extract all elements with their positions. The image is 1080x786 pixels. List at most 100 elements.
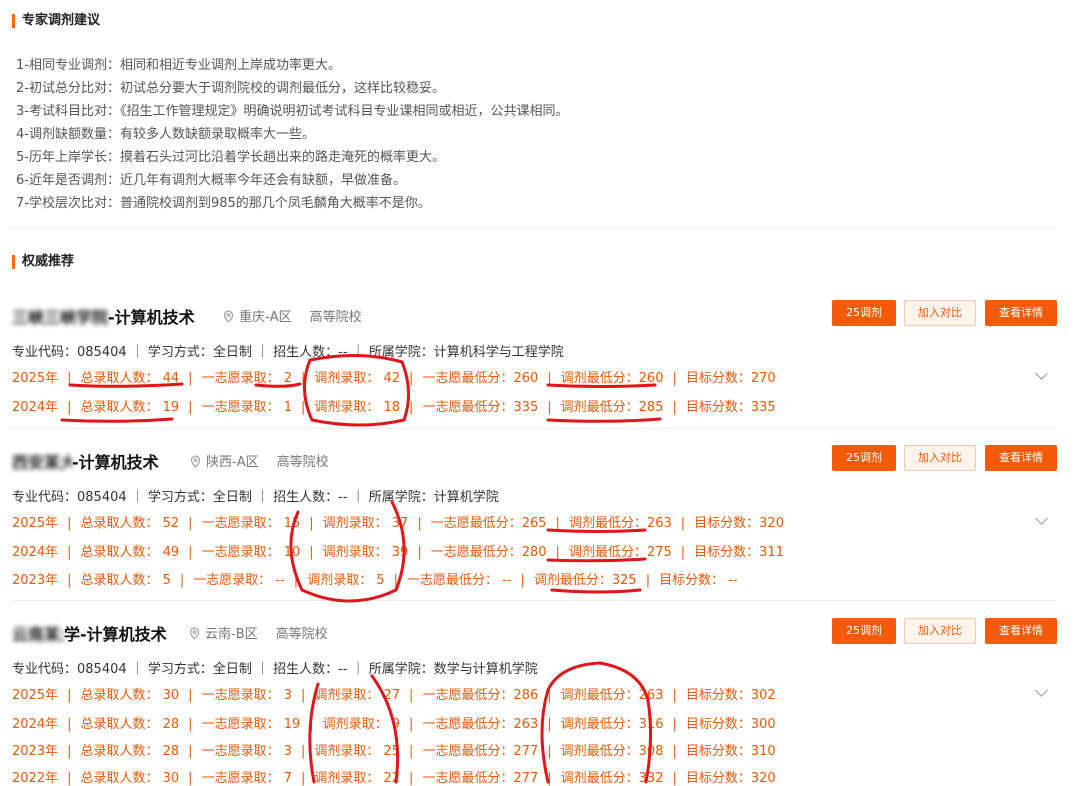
separator: |: [680, 545, 686, 560]
school-name[interactable]: 云南某大学-计算机技术: [12, 621, 167, 645]
stat-cell: 一志愿最低分：286: [422, 688, 539, 703]
separator: |: [555, 516, 560, 531]
underline-mark: [60, 417, 174, 423]
separator: |: [547, 688, 552, 703]
stat-cell: 总录取人数： 28: [80, 717, 180, 732]
stat-cell: 目标分数：300: [685, 717, 776, 732]
stat-cell: 目标分数： --: [659, 573, 738, 588]
stat-cell: 一志愿录取： 10: [201, 545, 301, 560]
advice-item: 7-学校层次比对：普通院校调剂到985的那几个凤毛麟角大概率不是你。: [16, 196, 431, 211]
stat-cell: 一志愿最低分： --: [406, 573, 512, 588]
school-location: 陕西-A区 高等院校: [189, 451, 329, 470]
advice-item: 3-考试科目比对：《招生工作管理规定》明确说明初试考试科目专业课相同或相近，公共…: [16, 104, 569, 119]
compare-button[interactable]: 加入对比: [904, 445, 976, 471]
compare-button[interactable]: 加入对比: [904, 300, 976, 326]
stats-row: 2024年 | 总录取人数： 19 | 一志愿录取： 1 | 调剂录取： 18 | 一志愿最低分…: [12, 396, 776, 415]
separator: |: [67, 400, 72, 415]
stat-cell: 一志愿最低分：277: [422, 744, 539, 759]
stat-cell: 一志愿最低分：335: [422, 400, 539, 415]
separator: |: [645, 573, 651, 588]
stats-row: 2023年 | 总录取人数： 5 | 一志愿录取： -- | 调剂录取： 5 | 一志愿最低分：…: [12, 569, 738, 588]
separator: |: [409, 688, 414, 703]
detail-button[interactable]: 查看详情: [985, 618, 1057, 644]
stat-cell: 一志愿录取： 2: [201, 371, 292, 386]
chevron-down-icon[interactable]: [1035, 684, 1048, 697]
stat-cell: 一志愿最低分：265: [430, 516, 547, 531]
program-info: 专业代码：085404 ｜ 学习方式：全日制 ｜ 招生人数：-- ｜ 所属学院：…: [12, 662, 538, 677]
advice-item: 4-调剂缺额数量：有较多人数缺额录取概率大一些。: [16, 127, 315, 142]
stat-cell: 调剂最低分：260: [560, 371, 664, 386]
divider: [12, 428, 1056, 429]
separator: |: [672, 717, 677, 732]
stat-cell: 调剂最低分：325: [533, 573, 637, 588]
separator: |: [409, 744, 414, 759]
compare-button[interactable]: 加入对比: [904, 618, 976, 644]
stat-cell: 总录取人数： 28: [80, 744, 180, 759]
separator: |: [680, 516, 686, 531]
chevron-down-icon[interactable]: [1035, 367, 1048, 380]
detail-button[interactable]: 查看详情: [985, 300, 1057, 326]
stat-cell: 一志愿最低分：280: [430, 545, 547, 560]
adjust-button[interactable]: 25调剂: [832, 300, 896, 326]
advice-item: 2-初试总分比对：初试总分要大于调剂院校的调剂最低分，这样比较稳妥。: [16, 81, 445, 96]
location-pin-icon: [189, 627, 200, 640]
stat-cell: 目标分数：270: [685, 371, 776, 386]
stat-cell: 调剂录取： 18: [314, 400, 401, 415]
school-name[interactable]: 三峡三峡学院-计算机技术: [12, 304, 195, 328]
school-location: 云南-B区 高等院校: [188, 623, 328, 642]
stat-cell: 总录取人数： 5: [80, 573, 171, 588]
separator: |: [67, 545, 72, 560]
stat-cell: 一志愿录取： 3: [201, 688, 292, 703]
separator: |: [67, 516, 72, 531]
stat-cell: 调剂最低分：316: [560, 717, 664, 732]
separator: |: [672, 371, 677, 386]
adjust-button[interactable]: 25调剂: [832, 445, 896, 471]
separator: |: [309, 545, 314, 560]
separator: |: [67, 688, 72, 703]
stats-row: 2025年 | 总录取人数： 44 | 一志愿录取： 2 | 调剂录取： 42 | 一志愿最低分…: [12, 367, 776, 386]
stat-cell: 2025年: [12, 371, 59, 386]
stats-row: 2024年 | 总录取人数： 49 | 一志愿录取： 10 | 调剂录取： 39 | 一志愿最低…: [12, 541, 784, 560]
separator: |: [188, 371, 193, 386]
school-name[interactable]: 西安某大学-计算机技术: [12, 449, 159, 473]
stat-cell: 一志愿录取： 15: [201, 516, 301, 531]
stat-cell: 2023年: [12, 573, 59, 588]
stat-cell: 一志愿最低分：263: [422, 717, 539, 732]
stats-row: 2024年 | 总录取人数： 28 | 一志愿录取： 19 | 调剂录取： 9 | 一志愿最低分…: [12, 713, 776, 732]
stat-cell: 总录取人数： 30: [80, 688, 180, 703]
stat-cell: 一志愿录取： 19: [201, 717, 301, 732]
stat-cell: 调剂录取： 42: [314, 371, 401, 386]
chevron-down-icon[interactable]: [1035, 512, 1048, 525]
stat-cell: 调剂最低分：263: [568, 516, 672, 531]
stat-cell: 目标分数：302: [685, 688, 776, 703]
separator: |: [67, 717, 72, 732]
school-level: 高等院校: [309, 310, 362, 325]
separator: |: [547, 400, 552, 415]
stat-cell: 调剂最低分：308: [560, 744, 664, 759]
stats-row: 2025年 | 总录取人数： 52 | 一志愿录取： 15 | 调剂录取： 37 | 一志愿最低…: [12, 512, 784, 531]
separator: |: [179, 573, 185, 588]
separator: |: [67, 744, 72, 759]
stat-cell: 调剂录取： 9: [322, 717, 401, 732]
separator: |: [67, 573, 72, 588]
stat-cell: 一志愿录取： 1: [201, 400, 292, 415]
stat-cell: 一志愿录取： 3: [201, 744, 292, 759]
detail-button[interactable]: 查看详情: [985, 445, 1057, 471]
separator: |: [520, 573, 525, 588]
stat-cell: 总录取人数： 19: [80, 400, 180, 415]
separator: |: [393, 573, 398, 588]
stat-cell: 调剂录取： 25: [314, 744, 401, 759]
stats-row: 2023年 | 总录取人数： 28 | 一志愿录取： 3 | 调剂录取： 25 | 一志愿最低分…: [12, 740, 776, 759]
program-info: 专业代码：085404 ｜ 学习方式：全日制 ｜ 招生人数：-- ｜ 所属学院：…: [12, 345, 564, 360]
separator: |: [188, 688, 193, 703]
stat-cell: 调剂最低分：263: [560, 688, 664, 703]
separator: |: [188, 400, 193, 415]
stat-cell: 目标分数：335: [685, 400, 776, 415]
stat-cell: 总录取人数： 49: [80, 545, 180, 560]
stat-cell: 调剂录取： 27: [314, 688, 401, 703]
stat-cell: 2025年: [12, 516, 59, 531]
school-major: -计算机技术: [108, 308, 195, 327]
divider: [12, 228, 1056, 229]
location-text: 重庆-A区: [239, 310, 292, 325]
adjust-button[interactable]: 25调剂: [832, 618, 896, 644]
